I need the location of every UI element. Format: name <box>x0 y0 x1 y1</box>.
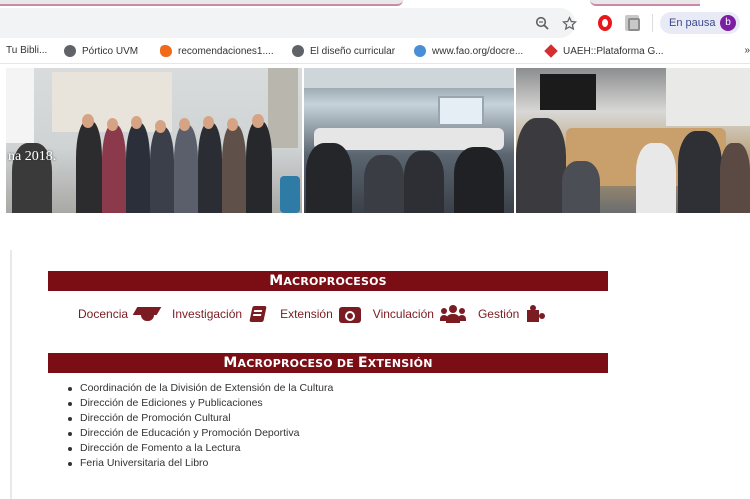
address-bar[interactable] <box>0 8 575 38</box>
globe-icon <box>292 45 304 57</box>
bookmark-label: UAEH::Plataforma G... <box>563 45 664 57</box>
bookmark-diseno-curricular[interactable]: El diseño curricular <box>292 45 395 57</box>
book-icon <box>248 305 268 323</box>
camera-icon <box>338 305 361 323</box>
bookmarks-overflow-chevron-icon[interactable]: » <box>744 45 750 56</box>
world-icon <box>414 45 426 57</box>
uaeh-icon <box>544 44 558 58</box>
avatar: b <box>720 15 736 31</box>
puzzle-icon <box>525 305 547 323</box>
header-rest: XTENSIÓN <box>367 357 433 370</box>
header-initial: M <box>269 273 284 289</box>
sync-paused-label: En pausa <box>669 17 716 29</box>
nav-investigacion[interactable]: Investigación <box>172 305 268 323</box>
bookmark-label: Pórtico UVM <box>82 45 139 57</box>
globe-icon <box>64 45 76 57</box>
bookmark-label: Tu Bibli... <box>6 45 48 56</box>
bookmark-label: www.fao.org/docre... <box>432 45 524 57</box>
bookmark-star-icon[interactable] <box>560 14 578 32</box>
header-initial-2: E <box>357 355 368 371</box>
header-mid: ACROPROCESO DE <box>237 357 358 370</box>
macroprocesos-nav: Docencia Investigación Extensión Vincula… <box>78 305 559 323</box>
pdf-extension-icon[interactable] <box>623 14 641 32</box>
header-initial: M <box>223 355 238 371</box>
nav-label: Extensión <box>280 307 333 321</box>
bookmark-recomendaciones[interactable]: recomendaciones1.... <box>160 45 274 57</box>
browser-toolbar: En pausa b <box>0 0 750 40</box>
photo-carousel[interactable]: na 2018. <box>6 68 750 213</box>
header-rest: ACROPROCESOS <box>283 275 387 288</box>
active-tab[interactable] <box>0 0 403 6</box>
list-item: Dirección de Ediciones y Publicaciones <box>64 396 333 411</box>
nav-vinculacion[interactable]: Vinculación <box>373 305 466 323</box>
graduation-cap-icon <box>134 305 160 323</box>
tab[interactable] <box>590 0 700 6</box>
nav-label: Vinculación <box>372 307 434 321</box>
extension-header: MACROPROCESO DE EXTENSIÓN <box>48 353 608 373</box>
carousel-photo-conference-table <box>516 68 750 213</box>
bookmark-uaeh-plataforma[interactable]: UAEH::Plataforma G... <box>544 44 664 58</box>
main-content: MACROPROCESOS Docencia Investigación Ext… <box>10 250 750 499</box>
bookmark-label: El diseño curricular <box>310 45 396 57</box>
list-item: Dirección de Promoción Cultural <box>64 411 333 426</box>
orange-swirl-icon <box>160 45 172 57</box>
toolbar-divider <box>652 14 653 32</box>
carousel-photo-group: na 2018. <box>6 68 302 213</box>
bookmark-label: recomendaciones1.... <box>178 45 274 57</box>
nav-label: Docencia <box>78 307 129 321</box>
macroprocesos-header: MACROPROCESOS <box>48 271 608 291</box>
nav-label: Investigación <box>172 307 243 321</box>
nav-extension[interactable]: Extensión <box>280 305 361 323</box>
extension-list: Coordinación de la División de Extensión… <box>64 381 333 470</box>
list-item: Dirección de Educación y Promoción Depor… <box>64 426 333 441</box>
bookmarks-bar: Tu Bibli... Pórtico UVM recomendaciones1… <box>0 40 750 64</box>
bookmark-tu-biblioteca[interactable]: Tu Bibli... <box>6 45 47 56</box>
carousel-photo-meeting-room <box>304 68 514 213</box>
nav-label: Gestión <box>477 307 520 321</box>
carousel-caption: na 2018. <box>8 149 57 164</box>
adblock-extension-icon[interactable] <box>596 14 614 32</box>
list-item: Feria Universitaria del Libro <box>64 456 333 471</box>
nav-gestion[interactable]: Gestión <box>478 305 547 323</box>
bookmark-portico-uvm[interactable]: Pórtico UVM <box>64 45 138 57</box>
list-item: Coordinación de la División de Extensión… <box>64 381 333 396</box>
zoom-icon[interactable] <box>533 14 551 32</box>
bookmark-fao[interactable]: www.fao.org/docre... <box>414 45 523 57</box>
sync-paused-button[interactable]: En pausa b <box>660 12 740 34</box>
group-icon <box>439 305 466 323</box>
nav-docencia[interactable]: Docencia <box>78 305 160 323</box>
list-item: Dirección de Fomento a la Lectura <box>64 441 333 456</box>
